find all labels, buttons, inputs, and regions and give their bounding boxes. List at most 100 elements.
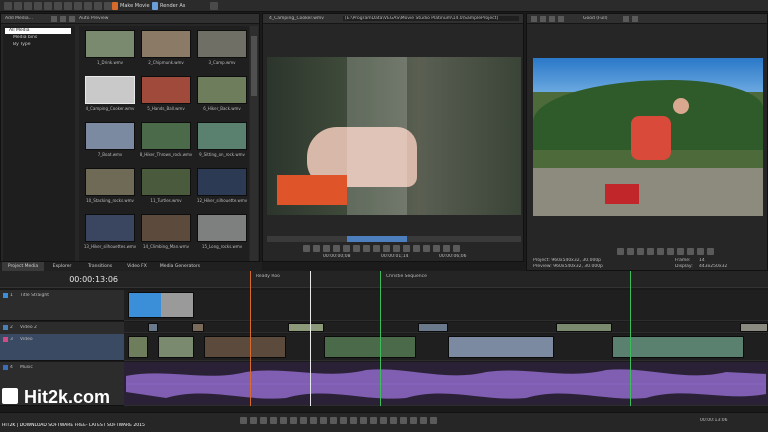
trimmer-control-icon[interactable] [413,245,420,252]
playhead-cursor[interactable] [310,271,311,406]
tab-project-media[interactable]: Project Media [2,262,44,271]
timeline-control-icon[interactable] [350,417,357,424]
video-clip[interactable] [204,336,286,358]
media-thumbnail-image[interactable] [197,30,247,58]
video-clip[interactable] [128,336,148,358]
timeline-control-icon[interactable] [300,417,307,424]
remove-icon[interactable] [51,16,57,22]
media-thumbnail-image[interactable] [197,122,247,150]
media-thumbnail-item[interactable]: 15_Long_rocks.wmv [195,214,249,254]
media-thumbnail-image[interactable] [141,168,191,196]
track-name-music[interactable]: Music [20,365,70,370]
timeline-control-icon[interactable] [320,417,327,424]
media-thumbnail-image[interactable] [85,168,135,196]
video-2-clip[interactable] [556,323,612,332]
media-thumbnail-image[interactable] [85,30,135,58]
timeline-control-icon[interactable] [240,417,247,424]
media-scrollbar[interactable] [250,26,258,261]
track-name-video-2[interactable]: Video 2 [20,325,70,330]
media-thumbnail-image[interactable] [141,122,191,150]
media-thumbnail-item[interactable]: 14_Climbing_Man.wmv [139,214,193,254]
media-thumbnail-image[interactable] [141,214,191,242]
help-icon[interactable] [210,2,218,10]
tab-transitions[interactable]: Transitions [80,262,120,271]
trim-icon[interactable] [94,2,102,10]
marker-ready-roo[interactable]: Ready Roo [256,274,296,279]
track-name-video[interactable]: Video [20,337,70,342]
split-icon[interactable] [104,2,112,10]
save-icon[interactable] [24,2,32,10]
new-project-icon[interactable] [4,2,12,10]
track-lane-video-2[interactable] [124,322,768,333]
media-thumbnail-image[interactable] [141,76,191,104]
timeline-control-icon[interactable] [430,417,437,424]
trimmer-control-icon[interactable] [303,245,310,252]
trimmer-control-icon[interactable] [383,245,390,252]
timeline-control-icon[interactable] [380,417,387,424]
copy-icon[interactable] [44,2,52,10]
timeline-control-icon[interactable] [400,417,407,424]
media-thumbnail-image[interactable] [85,214,135,242]
cursor-icon[interactable] [84,2,92,10]
open-folder-icon[interactable] [14,2,22,10]
save-snapshot-icon[interactable] [632,16,638,22]
timeline-control-icon[interactable] [390,417,397,424]
timeline-control-icon[interactable] [370,417,377,424]
paste-icon[interactable] [54,2,62,10]
preview-control-icon[interactable] [697,248,704,255]
split-screen-icon[interactable] [540,16,546,22]
media-thumbnail-item[interactable]: 3_Camp.wmv [195,30,249,70]
media-thumbnail-item[interactable]: 10_Stacking_rocks.wmv [83,168,137,208]
title-clip[interactable] [128,292,194,318]
media-thumbnail-item[interactable]: 2_Chipmunk.wmv [139,30,193,70]
timeline-control-icon[interactable] [330,417,337,424]
trimmer-control-icon[interactable] [343,245,350,252]
trimmer-control-icon[interactable] [353,245,360,252]
media-thumbnail-image[interactable] [197,168,247,196]
music-waveform[interactable] [126,364,766,404]
timeline-control-icon[interactable] [360,417,367,424]
timeline-control-icon[interactable] [280,417,287,424]
media-thumbnail-image[interactable] [141,30,191,58]
media-thumbnail-item[interactable]: 12_Hiker_silhouette.wmv [195,168,249,208]
timeline-control-icon[interactable] [270,417,277,424]
tab-video-fx[interactable]: Video FX [122,262,152,271]
track-name-title[interactable]: Title Straight [20,293,70,298]
preview-settings-icon[interactable] [531,16,537,22]
copy-snapshot-icon[interactable] [623,16,629,22]
tab-explorer[interactable]: Explorer [46,262,78,271]
scrollbar-thumb[interactable] [251,36,257,96]
media-thumbnail-item[interactable]: 1_Drink.wmv [83,30,137,70]
media-thumbnail-image[interactable] [85,122,135,150]
timeline-control-icon[interactable] [310,417,317,424]
media-thumbnail-item[interactable]: 4_Camping_Cooker.wmv [83,76,137,116]
trimmer-control-icon[interactable] [373,245,380,252]
media-thumbnail-item[interactable]: 7_Boat.wmv [83,122,137,162]
preview-control-icon[interactable] [617,248,624,255]
tree-item-by-type[interactable]: By Type [9,42,69,48]
trimmer-selection[interactable] [347,236,407,242]
trimmer-control-icon[interactable] [453,245,460,252]
media-thumbnail-image[interactable] [197,76,247,104]
add-media-button[interactable]: Add Media... [5,16,47,21]
preview-control-icon[interactable] [637,248,644,255]
preview-quality-select[interactable]: Good (Full) [583,16,615,21]
auto-preview-toggle[interactable]: Auto Preview [79,16,119,21]
trimmer-clip-path[interactable]: [E:\ProgramData\VEGAS\Movie Studio Plati… [343,16,519,21]
render-as-button[interactable]: Render As [160,2,200,10]
search-icon[interactable] [69,16,75,22]
video-2-clip[interactable] [740,323,768,332]
media-thumbnail-item[interactable]: 9_Sitting_on_rock.wmv [195,122,249,162]
preview-control-icon[interactable] [677,248,684,255]
tab-media-generators[interactable]: Media Generators [154,262,206,271]
trimmer-control-icon[interactable] [313,245,320,252]
timeline-control-icon[interactable] [420,417,427,424]
trimmer-control-icon[interactable] [333,245,340,252]
preview-control-icon[interactable] [627,248,634,255]
marker-christie-sequence[interactable]: Christie Sequence [386,274,436,279]
media-thumbnail-item[interactable]: 13_Hiker_silhouettes.wmv [83,214,137,254]
media-thumbnail-item[interactable]: 5_Hands_Ball.wmv [139,76,193,116]
media-thumbnail-item[interactable]: 8_Hiker_Throws_rock.wmv [139,122,193,162]
video-2-clip[interactable] [192,323,204,332]
timeline-ruler[interactable]: 00:00:13:06 Ready Roo Christie Sequence [0,271,768,288]
